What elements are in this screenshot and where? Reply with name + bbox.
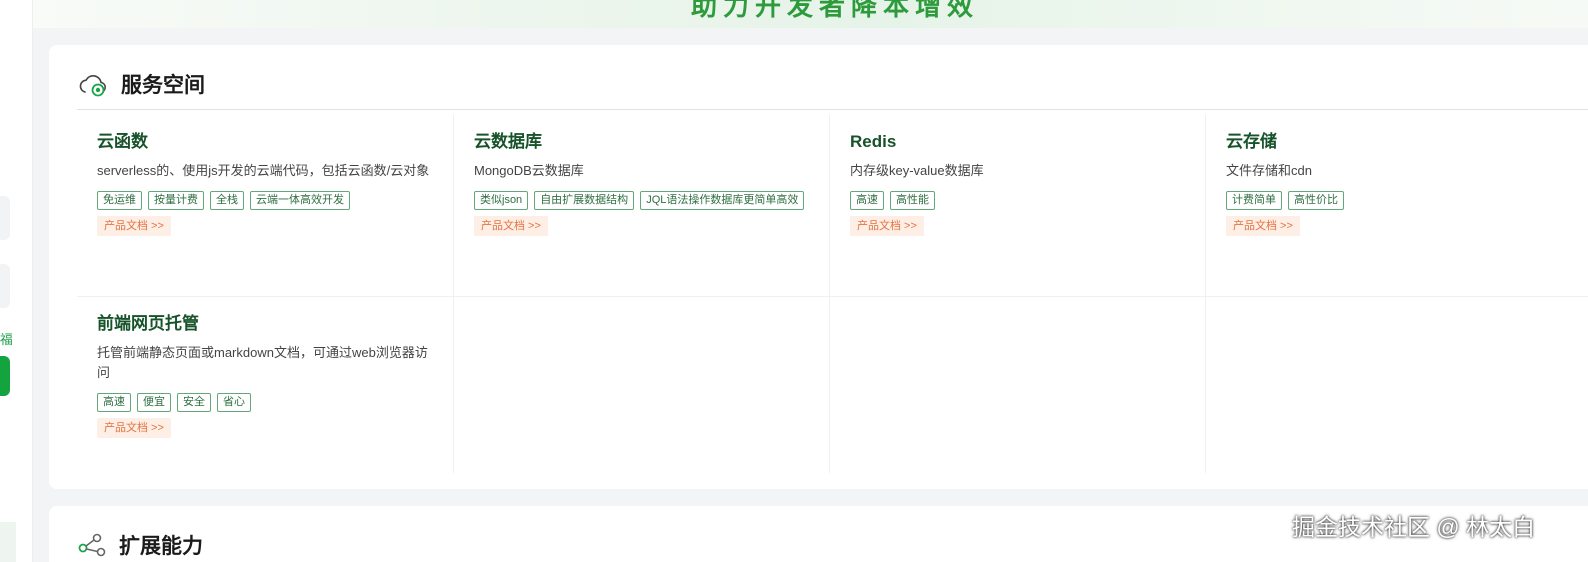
- tag: 免运维: [97, 191, 142, 210]
- sidebar-active-button[interactable]: [0, 356, 10, 396]
- share-nodes-icon: [78, 533, 106, 557]
- tag: 高速: [97, 393, 131, 412]
- service-item-cloud-storage: 云存储 文件存储和cdn 计费简单 高性价比 产品文档 >>: [1206, 115, 1588, 296]
- product-doc-link[interactable]: 产品文档 >>: [474, 216, 548, 236]
- service-item-frontend-hosting: 前端网页托管 托管前端静态页面或markdown文档，可通过web浏览器访问 高…: [77, 297, 453, 473]
- section-title: 扩展能力: [119, 535, 203, 558]
- sidebar-bottom-box: [0, 522, 16, 562]
- service-space-card: 服务空间 云函数 serverless的、使用js开发的云端代码，包括云函数/云…: [49, 45, 1588, 489]
- tag-list: 高速 便宜 安全 省心: [97, 393, 433, 412]
- card-header: 服务空间: [77, 65, 205, 103]
- tag-list: 计费简单 高性价比: [1226, 191, 1568, 210]
- banner-title: 助力开发者降本增效: [691, 0, 980, 21]
- tag: 高性价比: [1288, 191, 1344, 210]
- tag: JQL语法操作数据库更简单高效: [640, 191, 805, 210]
- service-item-redis: Redis 内存级key-value数据库 高速 高性能 产品文档 >>: [830, 115, 1205, 296]
- item-description: serverless的、使用js开发的云端代码，包括云函数/云对象: [97, 163, 430, 178]
- item-title: Redis: [850, 132, 897, 151]
- product-doc-link[interactable]: 产品文档 >>: [97, 418, 171, 438]
- tag: 类似json: [474, 191, 529, 210]
- service-item-cloud-function: 云函数 serverless的、使用js开发的云端代码，包括云函数/云对象 免运…: [77, 115, 453, 296]
- card-header: 扩展能力: [77, 530, 203, 560]
- tag: 高速: [850, 191, 884, 210]
- cloud-icon: [79, 75, 106, 97]
- tag: 自由扩展数据结构: [534, 191, 635, 210]
- item-title: 前端网页托管: [97, 314, 199, 333]
- tag-list: 免运维 按量计费 全栈 云端一体高效开发: [97, 191, 433, 210]
- tag: 安全: [177, 393, 211, 412]
- left-sidebar: 福: [0, 0, 33, 562]
- item-title: 云数据库: [474, 132, 542, 151]
- sidebar-button[interactable]: [0, 196, 10, 240]
- item-description: 内存级key-value数据库: [850, 163, 984, 178]
- tag: 高性能: [890, 191, 935, 210]
- tag-list: 高速 高性能: [850, 191, 1185, 210]
- product-doc-link[interactable]: 产品文档 >>: [97, 216, 171, 236]
- product-doc-link[interactable]: 产品文档 >>: [850, 216, 924, 236]
- product-doc-link[interactable]: 产品文档 >>: [1226, 216, 1300, 236]
- item-description: 文件存储和cdn: [1226, 163, 1312, 178]
- item-title: 云函数: [97, 132, 148, 151]
- item-description: MongoDB云数据库: [474, 163, 584, 178]
- tag: 计费简单: [1226, 191, 1282, 210]
- sidebar-label[interactable]: 福: [0, 329, 12, 348]
- top-banner: 助力开发者降本增效: [33, 0, 1588, 28]
- tag: 省心: [217, 393, 251, 412]
- tag: 全栈: [210, 191, 244, 210]
- item-description: 托管前端静态页面或markdown文档，可通过web浏览器访问: [97, 345, 428, 380]
- service-grid: 云函数 serverless的、使用js开发的云端代码，包括云函数/云对象 免运…: [77, 115, 1588, 473]
- tag-list: 类似json 自由扩展数据结构 JQL语法操作数据库更简单高效: [474, 191, 809, 210]
- divider: [77, 109, 1588, 110]
- tag: 便宜: [137, 393, 171, 412]
- tag: 云端一体高效开发: [250, 191, 350, 210]
- section-title: 服务空间: [121, 74, 205, 97]
- item-title: 云存储: [1226, 132, 1277, 151]
- tag: 按量计费: [148, 191, 204, 210]
- sidebar-button[interactable]: [0, 264, 10, 308]
- service-item-cloud-database: 云数据库 MongoDB云数据库 类似json 自由扩展数据结构 JQL语法操作…: [454, 115, 829, 296]
- watermark-text: 掘金技术社区 @ 林太白: [1292, 514, 1536, 540]
